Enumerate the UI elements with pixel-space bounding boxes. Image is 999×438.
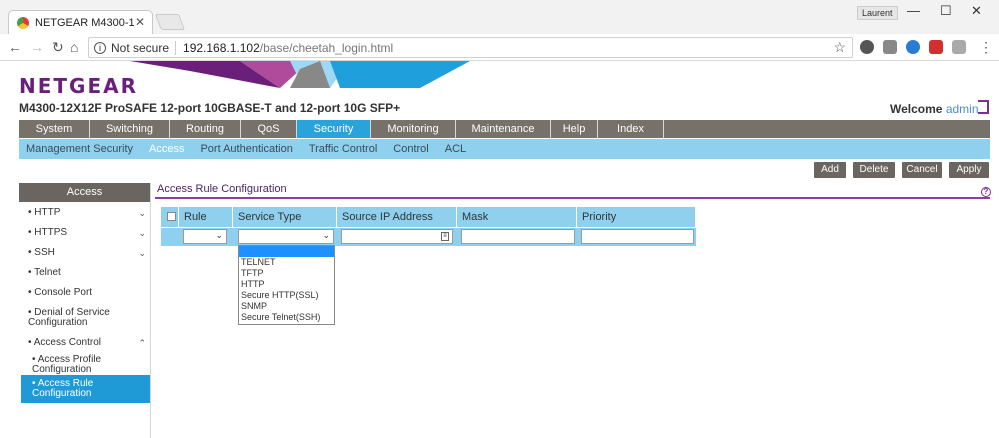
new-tab-button[interactable] bbox=[155, 14, 185, 30]
apply-button[interactable]: Apply bbox=[949, 162, 989, 178]
dropdown-option[interactable]: Secure Telnet(SSH) bbox=[239, 312, 334, 323]
dropdown-option-blank[interactable] bbox=[239, 246, 334, 257]
sidebar-item-ssh[interactable]: • SSH ⌄ bbox=[19, 243, 150, 263]
sidebar-item-access-rule[interactable]: • Access Rule Configuration bbox=[21, 375, 150, 403]
tab-title: NETGEAR M4300-12X12F bbox=[35, 16, 135, 29]
rule-type-select[interactable]: ⌄ bbox=[183, 229, 227, 244]
back-icon[interactable]: ← bbox=[8, 39, 22, 55]
mask-input[interactable] bbox=[461, 229, 575, 244]
service-type-select[interactable]: ⌄ bbox=[238, 229, 334, 244]
chevron-down-icon: ⌄ bbox=[215, 230, 223, 240]
col-rule-type: Rule Type bbox=[179, 207, 233, 243]
submenu-port-authentication[interactable]: Port Authentication bbox=[200, 143, 292, 155]
maximize-icon[interactable]: ☐ bbox=[940, 3, 952, 19]
banner-graphic bbox=[130, 61, 470, 88]
submenu-acl[interactable]: ACL bbox=[445, 143, 466, 155]
menu-index[interactable]: Index bbox=[598, 120, 664, 138]
submenu-access[interactable]: Access bbox=[149, 143, 184, 155]
forward-icon[interactable]: → bbox=[30, 39, 44, 55]
extension-icon[interactable] bbox=[883, 40, 897, 54]
product-title: M4300-12X12F ProSAFE 12-port 10GBASE-T a… bbox=[19, 101, 401, 115]
url-path: /base/cheetah_login.html bbox=[259, 40, 394, 55]
browser-tab[interactable]: NETGEAR M4300-12X12F ✕ bbox=[8, 10, 153, 34]
close-tab-icon[interactable]: ✕ bbox=[135, 15, 145, 29]
menu-kebab-icon[interactable]: ⋮ bbox=[979, 39, 993, 56]
submenu-traffic-control[interactable]: Traffic Control bbox=[309, 143, 377, 155]
sidebar: Access • HTTP ⌄ • HTTPS ⌄ • SSH ⌄ • Telnet … bbox=[19, 183, 151, 438]
chevron-down-icon[interactable]: ⌄ bbox=[138, 203, 146, 223]
priority-input[interactable] bbox=[581, 229, 694, 244]
browser-titlebar: NETGEAR M4300-12X12F ✕ Laurent — ☐ ✕ bbox=[0, 0, 999, 34]
sidebar-item-access-control[interactable]: • Access Control ⌃ bbox=[19, 333, 150, 353]
section-divider bbox=[155, 197, 990, 199]
minimize-icon[interactable]: — bbox=[907, 3, 920, 18]
netgear-logo: NETGEAR bbox=[19, 74, 138, 98]
chevron-down-icon[interactable]: ⌄ bbox=[138, 243, 146, 263]
sub-menu: Management Security Access Port Authenti… bbox=[19, 139, 990, 159]
chevron-down-icon: ⌄ bbox=[322, 230, 330, 240]
delete-button[interactable]: Delete bbox=[853, 162, 895, 178]
menu-system[interactable]: System bbox=[19, 120, 90, 138]
menu-maintenance[interactable]: Maintenance bbox=[456, 120, 551, 138]
col-mask: Mask bbox=[457, 207, 577, 227]
chevron-up-icon[interactable]: ⌃ bbox=[138, 333, 146, 353]
address-bar[interactable]: i Not secure 192.168.1.102/base/cheetah_… bbox=[88, 37, 853, 58]
menu-help[interactable]: Help bbox=[551, 120, 598, 138]
extension-icon[interactable] bbox=[860, 40, 874, 54]
menu-monitoring[interactable]: Monitoring bbox=[371, 120, 456, 138]
dropdown-option[interactable]: Secure HTTP(SSL) bbox=[239, 290, 334, 301]
menu-security[interactable]: Security bbox=[297, 120, 371, 138]
menu-switching[interactable]: Switching bbox=[90, 120, 170, 138]
sidebar-title: Access bbox=[19, 183, 150, 202]
dropdown-option[interactable]: TELNET bbox=[239, 257, 334, 268]
welcome-text: Welcome admin bbox=[890, 102, 979, 116]
dropdown-option[interactable]: TFTP bbox=[239, 268, 334, 279]
sidebar-item-http[interactable]: • HTTP ⌄ bbox=[19, 203, 150, 223]
section-title: Access Rule Configuration bbox=[157, 183, 287, 195]
dropdown-option[interactable]: SNMP bbox=[239, 301, 334, 312]
chevron-down-icon[interactable]: ⌄ bbox=[138, 223, 146, 243]
dropdown-option[interactable]: HTTP bbox=[239, 279, 334, 290]
extension-icon[interactable] bbox=[906, 40, 920, 54]
col-source-ip: Source IP Address bbox=[337, 207, 457, 227]
user-name: admin bbox=[945, 102, 979, 116]
close-window-icon[interactable]: ✕ bbox=[971, 3, 982, 19]
security-label: Not secure bbox=[111, 40, 170, 55]
source-ip-input[interactable]: ≡ bbox=[341, 229, 453, 244]
favicon-icon bbox=[17, 16, 29, 29]
browser-toolbar: ← → ↻ ⌂ i Not secure 192.168.1.102/base/… bbox=[0, 34, 999, 61]
select-all-checkbox[interactable] bbox=[167, 212, 176, 221]
info-icon[interactable]: i bbox=[94, 41, 106, 54]
sidebar-item-access-profile[interactable]: • Access Profile Configuration bbox=[19, 353, 150, 375]
col-priority: Priority bbox=[577, 207, 696, 227]
sidebar-item-denial-of-service[interactable]: • Denial of Service Configuration bbox=[19, 303, 150, 333]
extension-icon[interactable] bbox=[952, 40, 966, 54]
add-button[interactable]: Add bbox=[814, 162, 846, 178]
keyboard-icon: ≡ bbox=[441, 232, 449, 241]
menu-qos[interactable]: QoS bbox=[241, 120, 297, 138]
home-icon[interactable]: ⌂ bbox=[70, 39, 78, 55]
sidebar-item-https[interactable]: • HTTPS ⌄ bbox=[19, 223, 150, 243]
submenu-management-security[interactable]: Management Security bbox=[26, 143, 133, 155]
extension-icon[interactable] bbox=[929, 40, 943, 54]
main-menu: System Switching Routing QoS Security Mo… bbox=[19, 120, 990, 138]
cancel-button[interactable]: Cancel bbox=[902, 162, 942, 178]
sidebar-item-console-port[interactable]: • Console Port bbox=[19, 283, 150, 303]
profile-chip[interactable]: Laurent bbox=[857, 6, 898, 20]
submenu-control[interactable]: Control bbox=[393, 143, 428, 155]
logout-icon[interactable] bbox=[978, 100, 989, 114]
url-host: 192.168.1.102 bbox=[183, 40, 260, 55]
help-icon[interactable]: ? bbox=[981, 187, 991, 197]
reload-icon[interactable]: ↻ bbox=[52, 39, 64, 56]
menu-routing[interactable]: Routing bbox=[170, 120, 241, 138]
bookmark-star-icon[interactable]: ☆ bbox=[833, 39, 846, 56]
service-type-dropdown: TELNET TFTP HTTP Secure HTTP(SSL) SNMP S… bbox=[238, 245, 335, 325]
col-service-type: Service Type bbox=[233, 207, 337, 227]
sidebar-item-telnet[interactable]: • Telnet bbox=[19, 263, 150, 283]
